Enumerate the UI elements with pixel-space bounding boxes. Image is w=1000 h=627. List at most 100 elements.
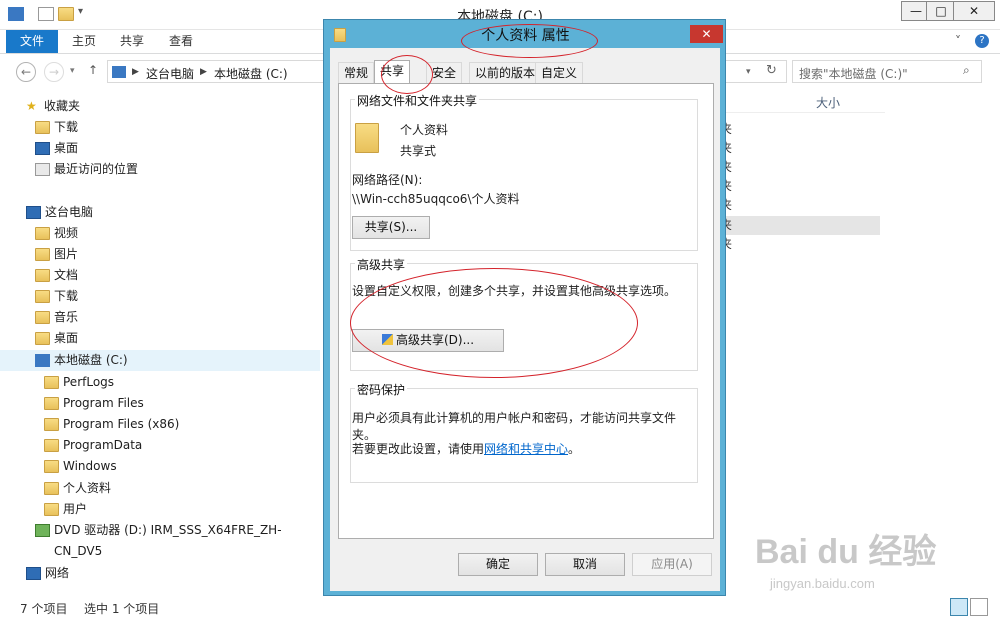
file-row[interactable]: 夹 xyxy=(720,235,880,254)
nav-label: Windows xyxy=(63,459,117,473)
nav-item-desktop-pc[interactable]: 桌面 xyxy=(0,328,320,349)
file-row[interactable]: 夹 xyxy=(720,196,880,215)
file-row[interactable]: 夹 xyxy=(720,120,880,139)
password-change-prefix: 若要更改此设置，请使用 xyxy=(352,442,485,456)
group-title: 密码保护 xyxy=(355,381,408,398)
nav-item-desktop[interactable]: 桌面 xyxy=(0,138,320,159)
nav-label: 本地磁盘 (C:) xyxy=(54,353,128,367)
dialog-close-button[interactable]: ✕ xyxy=(690,25,723,43)
file-row-selected[interactable]: 夹 xyxy=(720,216,880,235)
forward-button[interactable]: → xyxy=(44,62,64,82)
drive-icon xyxy=(35,354,50,367)
ok-button[interactable]: 确定 xyxy=(458,553,538,576)
tab-file[interactable]: 文件 xyxy=(6,30,59,53)
back-button[interactable]: ← xyxy=(16,62,36,82)
tab-share[interactable]: 共享 xyxy=(106,30,158,53)
up-arrow-icon[interactable]: ↑ xyxy=(88,63,98,77)
nav-label: 个人资料 xyxy=(63,481,112,495)
nav-item-music[interactable]: 音乐 xyxy=(0,307,320,328)
network-path-label: 网络路径(N): xyxy=(352,173,423,187)
details-view-icon[interactable] xyxy=(950,598,968,616)
nav-this-pc[interactable]: 这台电脑 xyxy=(0,202,320,223)
nav-item-recent[interactable]: 最近访问的位置 xyxy=(0,159,320,180)
nav-item-downloads[interactable]: 下载 xyxy=(0,117,320,138)
nav-label: 音乐 xyxy=(54,310,79,324)
folder-icon xyxy=(44,376,59,389)
file-row[interactable]: 夹 xyxy=(720,177,880,196)
refresh-icon[interactable]: ↻ xyxy=(766,63,777,78)
chevron-down-icon[interactable]: ▾ xyxy=(746,67,751,77)
tab-home[interactable]: 主页 xyxy=(58,30,110,53)
videos-folder-icon xyxy=(35,227,50,240)
nav-label: 下载 xyxy=(54,289,79,303)
nav-favorites[interactable]: ★ 收藏夹 xyxy=(0,96,320,117)
nav-label: DVD 驱动器 (D:) IRM_SSS_X64FRE_ZH-CN_DV5 xyxy=(54,523,282,558)
chevron-down-icon[interactable]: ˅ xyxy=(955,34,961,48)
cancel-button[interactable]: 取消 xyxy=(545,553,625,576)
password-change-suffix: 。 xyxy=(568,442,581,456)
nav-item-windows[interactable]: Windows xyxy=(0,456,320,477)
nav-item-program-files-x86[interactable]: Program Files (x86) xyxy=(0,414,320,435)
tab-sharing[interactable]: 共享 xyxy=(374,60,411,84)
nav-label: 这台电脑 xyxy=(45,205,94,219)
apply-button[interactable]: 应用(A) xyxy=(632,553,712,576)
sharing-panel: 网络文件和文件夹共享 个人资料 共享式 网络路径(N): \\Win-cch85… xyxy=(338,83,714,539)
nav-item-dvd[interactable]: DVD 驱动器 (D:) IRM_SSS_X64FRE_ZH-CN_DV5 xyxy=(0,520,320,558)
nav-label: PerfLogs xyxy=(63,375,115,389)
large-icons-view-icon[interactable] xyxy=(970,598,988,616)
shield-icon xyxy=(381,334,393,345)
properties-dialog: 个人资料 属性 ✕ 常规 共享 安全 以前的版本 自定义 网络文件和文件夹共享 … xyxy=(323,19,726,596)
search-input[interactable]: 搜索"本地磁盘 (C:)" ⌕ xyxy=(792,60,982,83)
help-icon[interactable]: ? xyxy=(975,34,989,48)
nav-label: 用户 xyxy=(63,502,88,516)
breadcrumb-drive-c[interactable]: 本地磁盘 (C:) xyxy=(214,65,288,82)
password-text: 用户必须具有此计算机的用户帐户和密码，才能访问共享文件夹。 xyxy=(352,411,677,442)
breadcrumb-this-pc[interactable]: 这台电脑 xyxy=(146,65,194,82)
search-icon[interactable]: ⌕ xyxy=(963,63,970,78)
nav-item-program-files[interactable]: Program Files xyxy=(0,393,320,414)
column-header[interactable]: 大小 xyxy=(720,89,885,113)
advanced-share-group: 高级共享 设置自定义权限，创建多个共享，并设置其他高级共享选项。 高级共享(D)… xyxy=(350,256,698,371)
tab-previous-versions[interactable]: 以前的版本 xyxy=(469,62,542,83)
nav-item-programdata[interactable]: ProgramData xyxy=(0,435,320,456)
nav-item-documents[interactable]: 文档 xyxy=(0,265,320,286)
dialog-title: 个人资料 属性 xyxy=(481,28,570,44)
nav-label: 桌面 xyxy=(54,141,79,155)
network-center-link[interactable]: 网络和共享中心 xyxy=(484,442,568,456)
nav-item-drive-c[interactable]: 本地磁盘 (C:) xyxy=(0,350,320,371)
chevron-right-icon[interactable]: ▶ xyxy=(200,67,207,77)
nav-item-downloads-pc[interactable]: 下载 xyxy=(0,286,320,307)
network-share-group: 网络文件和文件夹共享 个人资料 共享式 网络路径(N): \\Win-cch85… xyxy=(350,92,698,251)
nav-item-videos[interactable]: 视频 xyxy=(0,223,320,244)
nav-label: 图片 xyxy=(54,247,79,261)
pictures-folder-icon xyxy=(35,248,50,261)
tab-security[interactable]: 安全 xyxy=(426,62,463,83)
nav-item-pictures[interactable]: 图片 xyxy=(0,244,320,265)
advanced-share-button[interactable]: 高级共享(D)... xyxy=(352,329,504,352)
advanced-description: 设置自定义权限，创建多个共享，并设置其他高级共享选项。 xyxy=(352,284,677,298)
music-folder-icon xyxy=(35,311,50,324)
nav-item-perflogs[interactable]: PerfLogs xyxy=(0,372,320,393)
folder-icon xyxy=(44,397,59,410)
file-row[interactable]: 夹 xyxy=(720,139,880,158)
close-button[interactable]: ✕ xyxy=(953,1,995,21)
maximize-button[interactable]: □ xyxy=(926,1,956,21)
share-button[interactable]: 共享(S)... xyxy=(352,216,430,239)
documents-folder-icon xyxy=(35,269,50,282)
tab-customize[interactable]: 自定义 xyxy=(535,62,584,83)
network-icon xyxy=(26,567,41,580)
column-size[interactable]: 大小 xyxy=(816,94,840,111)
folder-icon xyxy=(44,460,59,473)
dvd-drive-icon xyxy=(35,524,50,537)
tab-general[interactable]: 常规 xyxy=(338,62,375,83)
star-icon: ★ xyxy=(26,99,37,113)
file-row[interactable]: 夹 xyxy=(720,158,880,177)
folder-icon xyxy=(44,482,59,495)
recent-dropdown-icon[interactable]: ▾ xyxy=(70,66,75,76)
tab-view[interactable]: 查看 xyxy=(155,30,207,53)
nav-item-personal[interactable]: 个人资料 xyxy=(0,478,320,499)
advanced-share-label: 高级共享(D)... xyxy=(395,333,475,347)
nav-network[interactable]: 网络 xyxy=(0,563,320,584)
chevron-right-icon[interactable]: ▶ xyxy=(132,67,139,77)
nav-item-users[interactable]: 用户 xyxy=(0,499,320,520)
